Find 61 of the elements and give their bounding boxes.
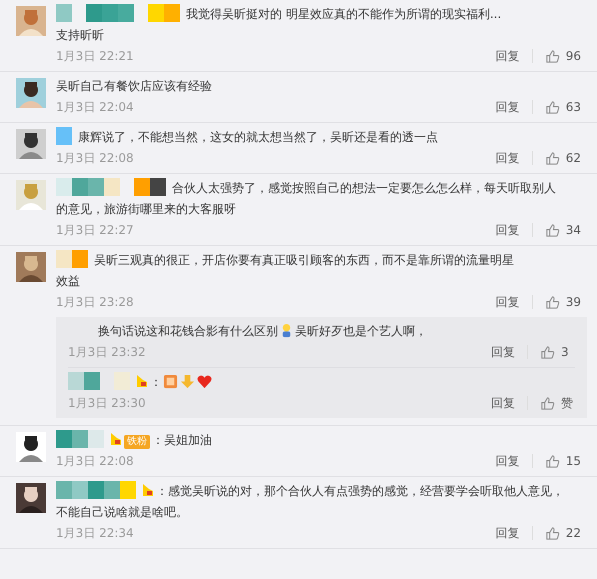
like-count: 34 (566, 223, 581, 237)
thumbs-up-icon[interactable] (544, 48, 560, 64)
reply-link[interactable]: 回复 (496, 222, 520, 238)
timestamp: 1月3日 22:27 (56, 222, 134, 238)
comment-text: ：感觉吴昕说的对，那个合伙人有点强势的感觉，经营要学会听取他人意见， (156, 484, 564, 498)
redacted-name-drawing (56, 430, 104, 448)
thumbs-up-icon[interactable] (544, 100, 560, 114)
reply-text: 吴昕好歹也是个艺人啊， (295, 324, 427, 338)
like-count: 15 (566, 454, 581, 468)
like-count: 39 (566, 295, 581, 309)
like-count: 62 (566, 151, 581, 165)
like-count: 22 (566, 526, 581, 540)
thumbs-up-icon[interactable] (540, 396, 555, 410)
reply-text: ： (150, 375, 162, 389)
fan-badge: 铁粉 (124, 435, 150, 449)
heart-icon (197, 374, 212, 389)
like-count: 96 (566, 49, 581, 63)
comment-text: 合伙人太强势了，感觉按照自己的想法一定要怎么怎么样，每天听取别人 (172, 181, 556, 195)
down-arrow-icon (180, 374, 195, 389)
crown-icon (136, 374, 148, 388)
timestamp: 1月3日 23:32 (68, 344, 146, 360)
timestamp: 1月3日 23:30 (68, 394, 146, 412)
timestamp: 1月3日 22:21 (56, 48, 134, 64)
comment-text: 康辉说了，不能想当然，这女的就太想当然了，吴昕还是看的透一点 (78, 130, 438, 144)
like-count: 赞 (561, 394, 574, 412)
timestamp: 1月3日 22:34 (56, 524, 134, 542)
reply-link[interactable]: 回复 (496, 98, 520, 116)
like-count: 63 (566, 100, 581, 114)
thumbs-up-icon[interactable] (544, 526, 560, 540)
comment-text: 效益 (56, 274, 80, 288)
thumbs-up-icon[interactable] (544, 150, 560, 166)
crown-icon (110, 432, 122, 446)
timestamp: 1月3日 23:28 (56, 294, 134, 310)
reply-link[interactable]: 回复 (496, 294, 520, 310)
reply-link[interactable]: 回复 (491, 344, 515, 360)
comment-text: 的意见，旅游街哪里来的大客服呀 (56, 202, 236, 216)
thumbs-up-icon[interactable] (540, 344, 555, 360)
reply-text: 换句话说这和花钱合影有什么区别 (98, 324, 278, 338)
timestamp: 1月3日 22:04 (56, 98, 134, 116)
comment-text: 吴昕自己有餐饮店应该有经验 (56, 79, 212, 93)
redacted-name-drawing (56, 250, 88, 268)
thumbs-up-icon[interactable] (544, 454, 560, 468)
reply-link[interactable]: 回复 (496, 524, 520, 542)
comment-text: 吴昕三观真的很正，开店你要有真正吸引顾客的东西，而不是靠所谓的流量明星 (94, 253, 514, 267)
reply-link[interactable]: 回复 (491, 394, 515, 412)
timestamp: 1月3日 22:08 (56, 452, 134, 470)
like-count: 3 (561, 345, 570, 359)
reply-link[interactable]: 回复 (496, 452, 520, 470)
redacted-name-drawing (68, 372, 130, 390)
thumbs-up-icon[interactable] (544, 222, 560, 238)
timestamp: 1月3日 22:08 (56, 150, 134, 166)
sticker-icon (163, 374, 178, 389)
comment-text: 支持昕昕 (56, 28, 104, 42)
redacted-name-drawing (56, 127, 72, 145)
thumbs-up-icon[interactable] (544, 294, 560, 310)
reply-link[interactable]: 回复 (496, 48, 520, 64)
reply-link[interactable]: 回复 (496, 150, 520, 166)
crown-icon (142, 483, 154, 497)
comment-text: ：吴姐加油 (152, 433, 212, 447)
comment-text: 不能自己说啥就是啥吧。 (56, 505, 188, 519)
comment-text: 我觉得吴昕挺对的 明星效应真的不能作为所谓的现实福利... (186, 7, 502, 21)
